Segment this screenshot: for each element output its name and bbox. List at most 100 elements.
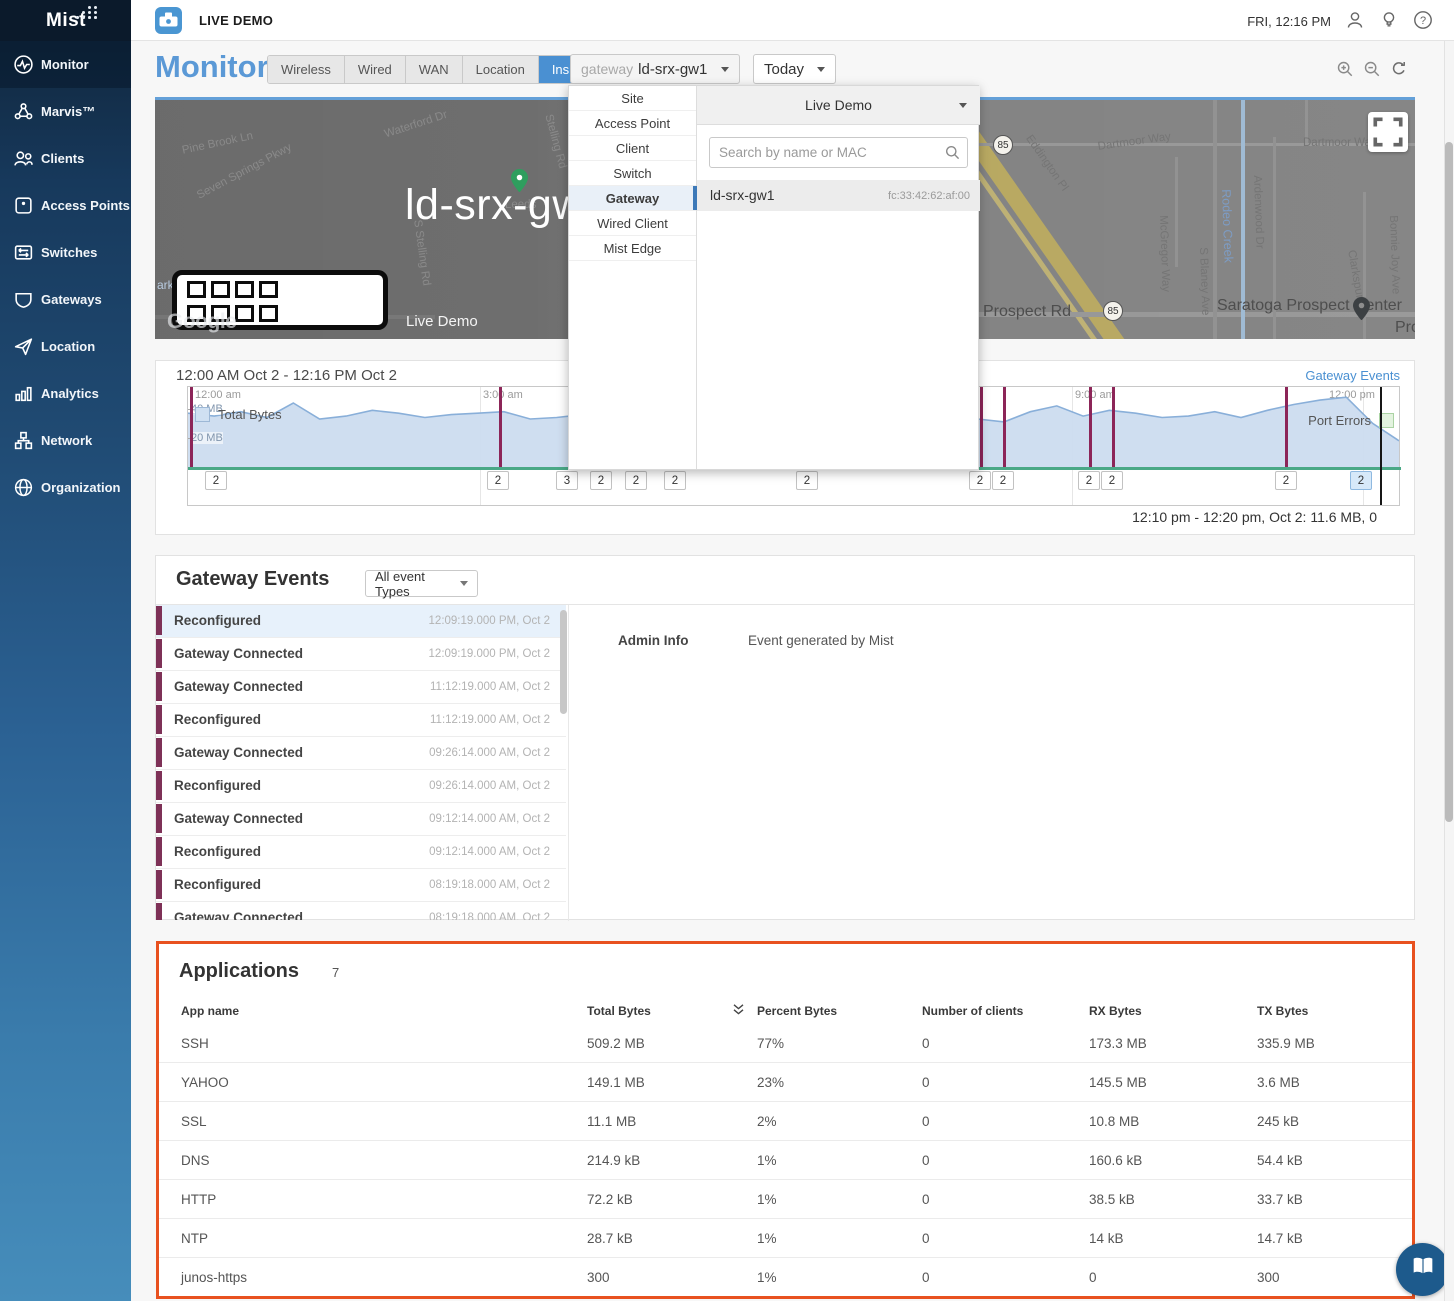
zoom-in-icon[interactable] <box>1336 60 1354 83</box>
sidebar-item-label: Gateways <box>41 292 102 307</box>
sidebar-item-location[interactable]: Location <box>0 323 131 370</box>
site-dropdown[interactable]: Live Demo <box>697 86 980 125</box>
event-count-badge[interactable]: 3 <box>556 471 578 490</box>
search-icon <box>945 145 960 160</box>
tab-wireless[interactable]: Wireless <box>268 56 345 83</box>
tab-wan[interactable]: WAN <box>406 56 463 83</box>
device-select[interactable]: gateway ld-srx-gw1 <box>570 54 740 84</box>
tab-wired[interactable]: Wired <box>345 56 406 83</box>
event-name: Gateway Connected <box>174 679 303 694</box>
event-timestamp: 11:12:19.000 AM, Oct 2 <box>430 681 550 693</box>
event-row[interactable]: Reconfigured09:12:14.000 AM, Oct 2 <box>156 836 566 869</box>
event-row[interactable]: Reconfigured09:26:14.000 AM, Oct 2 <box>156 770 566 803</box>
event-count-badge[interactable]: 2 <box>487 471 509 490</box>
event-timestamp: 11:12:19.000 AM, Oct 2 <box>430 714 550 726</box>
event-marker-line <box>1112 387 1115 467</box>
map-fullscreen-button[interactable] <box>1368 112 1408 152</box>
map-tools <box>1336 60 1408 83</box>
event-count-badge[interactable]: 2 <box>969 471 991 490</box>
event-count-badge[interactable]: 2 <box>205 471 227 490</box>
sidebar-item-access-points[interactable]: Access Points <box>0 182 131 229</box>
cell-number-of-clients: 0 <box>922 1153 930 1168</box>
event-row[interactable]: Reconfigured12:09:19.000 PM, Oct 2 <box>156 605 566 638</box>
column-header-tx-bytes[interactable]: TX Bytes <box>1257 1004 1308 1018</box>
sidebar-item-network[interactable]: Network <box>0 417 131 464</box>
whats-new-icon[interactable] <box>1378 9 1400 31</box>
cell-number-of-clients: 0 <box>922 1114 930 1129</box>
sidebar-item-clients[interactable]: Clients <box>0 135 131 182</box>
sidebar-item-monitor[interactable]: Monitor <box>0 41 131 88</box>
total-bytes-legend-swatch <box>195 407 210 422</box>
event-timestamp: 12:09:19.000 PM, Oct 2 <box>429 615 550 627</box>
switches-icon <box>13 242 34 263</box>
zoom-out-icon[interactable] <box>1363 60 1381 83</box>
table-row[interactable]: DNS214.9 kB1%0160.6 kB54.4 kB <box>159 1141 1412 1180</box>
tab-location[interactable]: Location <box>463 56 539 83</box>
table-row[interactable]: SSL11.1 MB2%010.8 MB245 kB <box>159 1102 1412 1141</box>
column-header-app-name[interactable]: App name <box>181 1004 239 1018</box>
event-count-badge[interactable]: 2 <box>625 471 647 490</box>
sidebar-item-switches[interactable]: Switches <box>0 229 131 276</box>
search-input[interactable] <box>709 137 968 168</box>
event-name: Reconfigured <box>174 712 261 727</box>
help-icon[interactable]: ? <box>1412 9 1434 31</box>
org-icon[interactable] <box>155 7 182 34</box>
event-timestamp: 12:09:19.000 PM, Oct 2 <box>429 648 550 660</box>
event-list-scrollbar[interactable] <box>560 610 567 714</box>
event-row[interactable]: Gateway Connected09:26:14.000 AM, Oct 2 <box>156 737 566 770</box>
column-header-rx-bytes[interactable]: RX Bytes <box>1089 1004 1142 1018</box>
event-count-badge[interactable]: 2 <box>1350 471 1372 490</box>
selector-category-gateway[interactable]: Gateway <box>569 186 696 211</box>
column-header-total-bytes[interactable]: Total Bytes <box>587 1004 651 1018</box>
event-count-badge[interactable]: 2 <box>664 471 686 490</box>
event-row[interactable]: Reconfigured08:19:18.000 AM, Oct 2 <box>156 869 566 902</box>
sidebar-item-analytics[interactable]: Analytics <box>0 370 131 417</box>
sidebar-item-organization[interactable]: Organization <box>0 464 131 511</box>
sidebar-item-gateways[interactable]: Gateways <box>0 276 131 323</box>
sidebar-item-label: Access Points <box>41 198 130 213</box>
documentation-fab[interactable] <box>1396 1243 1449 1296</box>
mist-logo[interactable]: Mist <box>0 0 131 41</box>
cell-total-bytes: 149.1 MB <box>587 1075 645 1090</box>
event-row[interactable]: Gateway Connected12:09:19.000 PM, Oct 2 <box>156 638 566 671</box>
time-range-select[interactable]: Today <box>753 54 836 84</box>
event-row[interactable]: Reconfigured 11:12:19.000 AM, Oct 2 <box>156 704 566 737</box>
event-count-badge[interactable]: 2 <box>590 471 612 490</box>
event-row[interactable]: Gateway Connected 11:12:19.000 AM, Oct 2 <box>156 671 566 704</box>
gateway-events-link[interactable]: Gateway Events <box>1305 368 1400 383</box>
event-count-badge[interactable]: 2 <box>1275 471 1297 490</box>
selector-category-switch[interactable]: Switch <box>569 161 696 186</box>
selector-category-access-point[interactable]: Access Point <box>569 111 696 136</box>
selector-category-site[interactable]: Site <box>569 86 696 111</box>
page-scrollbar-thumb[interactable] <box>1445 142 1453 822</box>
sort-descending-icon[interactable] <box>732 1003 745 1016</box>
event-row[interactable]: Gateway Connected08:19:18.000 AM, Oct 2 <box>156 902 566 920</box>
logo-dot <box>94 11 97 14</box>
selector-category-wired-client[interactable]: Wired Client <box>569 211 696 236</box>
account-icon[interactable] <box>1344 9 1366 31</box>
column-header-number-of-clients[interactable]: Number of clients <box>922 1004 1023 1018</box>
map-label: Rodeo Creek <box>1219 189 1236 263</box>
cell-tx-bytes: 14.7 kB <box>1257 1231 1303 1246</box>
table-row[interactable]: junos-https3001%00300 <box>159 1258 1412 1297</box>
event-count-badge[interactable]: 2 <box>1078 471 1100 490</box>
device-result-row[interactable]: ld-srx-gw1 fc:33:42:62:af:00 <box>697 180 980 211</box>
event-count-badge[interactable]: 2 <box>1101 471 1123 490</box>
sidebar-item-marvis[interactable]: Marvis™ <box>0 88 131 135</box>
selector-category-mist-edge[interactable]: Mist Edge <box>569 236 696 261</box>
table-row[interactable]: HTTP72.2 kB1%038.5 kB33.7 kB <box>159 1180 1412 1219</box>
table-row[interactable]: YAHOO149.1 MB23%0145.5 MB3.6 MB <box>159 1063 1412 1102</box>
table-row[interactable]: SSH509.2 MB77%0173.3 MB335.9 MB <box>159 1024 1412 1063</box>
clients-icon <box>13 148 34 169</box>
logo-dot <box>88 11 91 14</box>
event-count-badge[interactable]: 2 <box>992 471 1014 490</box>
event-count-badge[interactable]: 2 <box>796 471 818 490</box>
event-name: Gateway Connected <box>174 811 303 826</box>
event-row[interactable]: Gateway Connected09:12:14.000 AM, Oct 2 <box>156 803 566 836</box>
table-row[interactable]: NTP28.7 kB1%014 kB14.7 kB <box>159 1219 1412 1258</box>
event-type-filter[interactable]: All event Types <box>365 570 478 597</box>
selector-category-client[interactable]: Client <box>569 136 696 161</box>
column-header-percent-bytes[interactable]: Percent Bytes <box>757 1004 837 1018</box>
refresh-icon[interactable] <box>1390 60 1408 83</box>
cell-app-name: HTTP <box>181 1192 216 1207</box>
